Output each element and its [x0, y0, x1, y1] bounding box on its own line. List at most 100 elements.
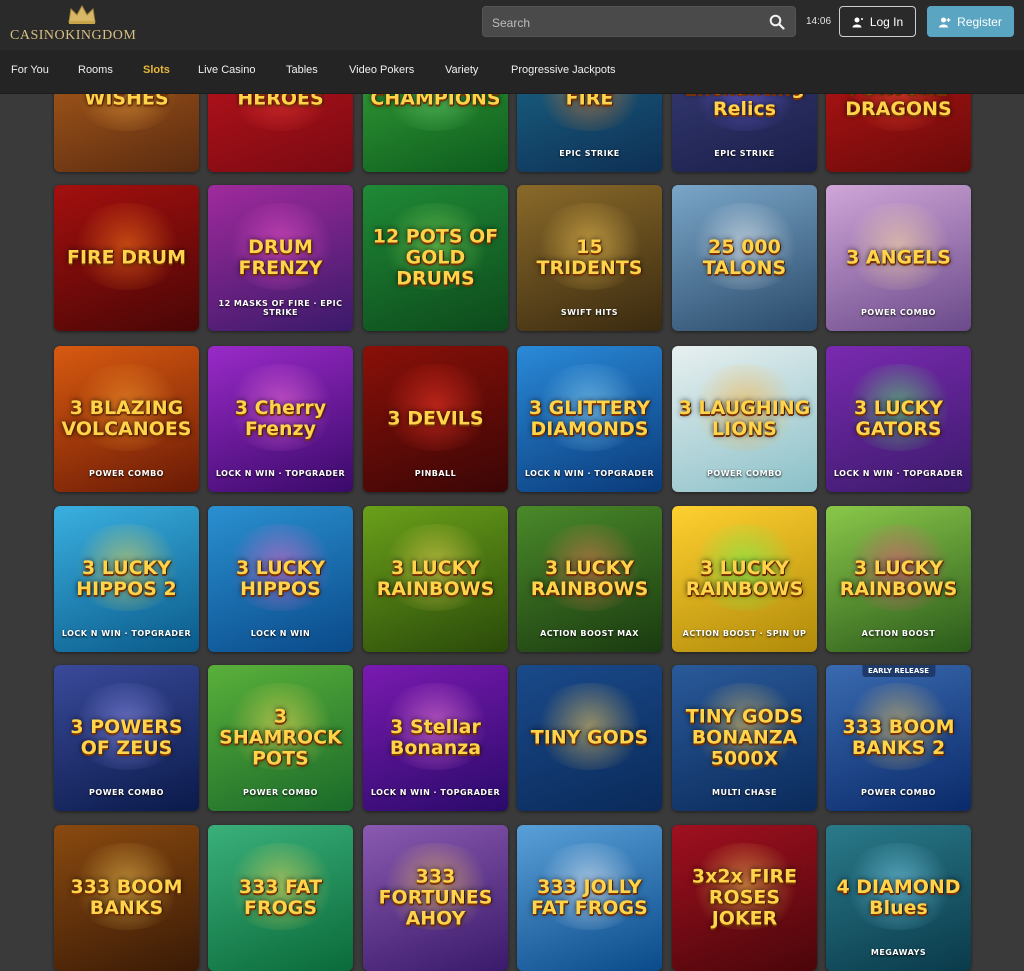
game-tile[interactable]: 3 LUCKY HIPPOS 2 LOCK N WIN · TOPGRADER	[54, 506, 199, 652]
game-title: 333 BOOM BANKS	[70, 876, 183, 919]
game-title: 3 Stellar Bonanza	[389, 716, 482, 759]
game-subtitle: EPIC STRIKE	[714, 149, 775, 158]
game-tile[interactable]: 3 POWERS OF ZEUS POWER COMBO	[54, 665, 199, 811]
game-tile[interactable]: 3 DEVILS PINBALL	[363, 346, 508, 492]
game-title: 3 SHAMROCK POTS	[219, 705, 342, 770]
game-title: 3 LAUGHING LIONS	[678, 397, 811, 440]
register-label: Register	[957, 14, 1002, 29]
game-tile[interactable]: 3 ANGELS POWER COMBO	[826, 185, 971, 331]
game-grid: WISHESHEROESCHAMPIONSFIREEPIC STRIKEEnch…	[0, 0, 1024, 971]
game-tile[interactable]: 3 LUCKY RAINBOWS ACTION BOOST · SPIN UP	[672, 506, 817, 652]
game-subtitle: LOCK N WIN · TOPGRADER	[833, 469, 964, 478]
game-subtitle: LOCK N WIN · TOPGRADER	[215, 469, 346, 478]
game-title: 4 DIAMOND Blues	[836, 876, 961, 919]
game-title: 3 Cherry Frenzy	[234, 397, 327, 440]
nav-item-tables[interactable]: Tables	[286, 64, 318, 76]
game-title: 3 LUCKY RAINBOWS	[376, 557, 495, 600]
nav-item-slots[interactable]: Slots	[143, 64, 170, 76]
game-subtitle: POWER COMBO	[707, 469, 782, 478]
nav-item-video-pokers[interactable]: Video Pokers	[349, 64, 414, 76]
game-tile[interactable]: 25 000 TALONS	[672, 185, 817, 331]
game-subtitle: ACTION BOOST	[861, 629, 936, 638]
game-tile[interactable]: DRUM FRENZY 12 MASKS OF FIRE · EPIC STRIK…	[208, 185, 353, 331]
game-tile[interactable]: 15 TRIDENTS SWIFT HITS	[517, 185, 662, 331]
game-subtitle: MULTI CHASE	[712, 788, 777, 797]
game-subtitle: POWER COMBO	[861, 308, 936, 317]
game-title: 3 LUCKY RAINBOWS	[839, 557, 958, 600]
game-title: 3 BLAZING VOLCANOES	[61, 397, 192, 440]
game-title: 333 JOLLY FAT FROGS	[531, 876, 648, 919]
game-tile[interactable]: 3 LUCKY GATORS LOCK N WIN · TOPGRADER	[826, 346, 971, 492]
user-icon	[852, 17, 863, 27]
game-tile[interactable]: 3 BLAZING VOLCANOES POWER COMBO	[54, 346, 199, 492]
game-title: 3 LUCKY RAINBOWS	[530, 557, 649, 600]
game-tile[interactable]: 12 POTS OF GOLD DRUMS	[363, 185, 508, 331]
game-tile[interactable]: 333 BOOM BANKS	[54, 825, 199, 971]
game-tile[interactable]: 3x2x FIRE ROSES JOKER	[672, 825, 817, 971]
nav-item-rooms[interactable]: Rooms	[78, 64, 113, 76]
game-tile[interactable]: 3 Stellar Bonanza LOCK N WIN · TOPGRADER	[363, 665, 508, 811]
game-title: 3 POWERS OF ZEUS	[70, 716, 183, 759]
game-tile[interactable]: 3 GLITTERY DIAMONDS LOCK N WIN · TOPGRADE…	[517, 346, 662, 492]
game-subtitle: ACTION BOOST · SPIN UP	[682, 629, 807, 638]
game-title: TINY GODS BONANZA 5000X	[685, 705, 804, 770]
game-subtitle: POWER COMBO	[89, 469, 164, 478]
game-subtitle: SWIFT HITS	[560, 308, 619, 317]
game-subtitle: LOCK N WIN	[250, 629, 311, 638]
game-tile[interactable]: FIRE DRUM	[54, 185, 199, 331]
crown-icon	[68, 4, 96, 24]
game-tile[interactable]: 3 LUCKY RAINBOWS ACTION BOOST MAX	[517, 506, 662, 652]
game-title: 333 FAT FROGS	[238, 876, 323, 919]
game-title: 12 POTS OF GOLD DRUMS	[372, 225, 499, 290]
nav-item-for-you[interactable]: For You	[11, 64, 49, 76]
game-subtitle: ACTION BOOST MAX	[540, 629, 639, 638]
game-subtitle: 12 MASKS OF FIRE · EPIC STRIKE	[218, 299, 343, 317]
game-tile[interactable]: 3 LUCKY HIPPOS LOCK N WIN	[208, 506, 353, 652]
game-title: 3 LUCKY GATORS	[853, 397, 944, 440]
game-tile[interactable]: 3 LAUGHING LIONS POWER COMBO	[672, 346, 817, 492]
game-badge: EARLY RELEASE	[861, 665, 936, 677]
game-title: 3 LUCKY HIPPOS	[235, 557, 326, 600]
game-tile[interactable]: 333 JOLLY FAT FROGS	[517, 825, 662, 971]
game-tile[interactable]: TINY GODS	[517, 665, 662, 811]
game-tile[interactable]: EARLY RELEASE 333 BOOM BANKS 2 POWER COMBO	[826, 665, 971, 811]
game-title: 3 DEVILS	[387, 407, 484, 430]
search-input[interactable]	[483, 7, 774, 38]
game-title: 15 TRIDENTS	[536, 236, 643, 279]
game-tile[interactable]: 4 DIAMOND Blues MEGAWAYS	[826, 825, 971, 971]
game-tile[interactable]: 3 Cherry Frenzy LOCK N WIN · TOPGRADER	[208, 346, 353, 492]
game-title: 25 000 TALONS	[702, 236, 787, 279]
game-subtitle: LOCK N WIN · TOPGRADER	[61, 629, 192, 638]
top-header: CASINOKINGDOM 14:06 Log In Register	[0, 0, 1024, 50]
game-tile[interactable]: 3 LUCKY RAINBOWS	[363, 506, 508, 652]
game-title: 3x2x FIRE ROSES JOKER	[691, 865, 798, 930]
casino-logo[interactable]: CASINOKINGDOM	[10, 4, 160, 46]
game-subtitle: POWER COMBO	[243, 788, 318, 797]
search-box[interactable]	[482, 6, 796, 38]
login-label: Log In	[869, 14, 904, 29]
add-user-icon	[939, 17, 951, 27]
game-title: 3 GLITTERY DIAMONDS	[528, 397, 651, 440]
game-subtitle: PINBALL	[414, 469, 457, 478]
nav-item-progressive-jackpots[interactable]: Progressive Jackpots	[511, 64, 616, 76]
game-title: 333 FORTUNES AHOY	[378, 865, 493, 930]
clock-time: 14:06	[806, 16, 832, 27]
game-title: 333 BOOM BANKS 2	[842, 716, 955, 759]
game-title: TINY GODS	[530, 726, 649, 749]
game-tile[interactable]: 333 FORTUNES AHOY	[363, 825, 508, 971]
game-tile[interactable]: TINY GODS BONANZA 5000X MULTI CHASE	[672, 665, 817, 811]
search-icon[interactable]	[769, 14, 785, 30]
game-tile[interactable]: 3 SHAMROCK POTS POWER COMBO	[208, 665, 353, 811]
category-nav: For You Rooms Slots Live Casino Tables V…	[0, 50, 1024, 94]
game-subtitle: EPIC STRIKE	[559, 149, 620, 158]
login-button[interactable]: Log In	[839, 6, 916, 37]
nav-item-live-casino[interactable]: Live Casino	[198, 64, 255, 76]
nav-item-variety[interactable]: Variety	[445, 64, 478, 76]
game-title: 3 LUCKY RAINBOWS	[685, 557, 804, 600]
register-button[interactable]: Register	[927, 6, 1014, 37]
game-subtitle: LOCK N WIN · TOPGRADER	[370, 788, 501, 797]
game-tile[interactable]: 3 LUCKY RAINBOWS ACTION BOOST	[826, 506, 971, 652]
game-tile[interactable]: 333 FAT FROGS	[208, 825, 353, 971]
game-subtitle: POWER COMBO	[861, 788, 936, 797]
game-title: FIRE DRUM	[66, 246, 186, 269]
